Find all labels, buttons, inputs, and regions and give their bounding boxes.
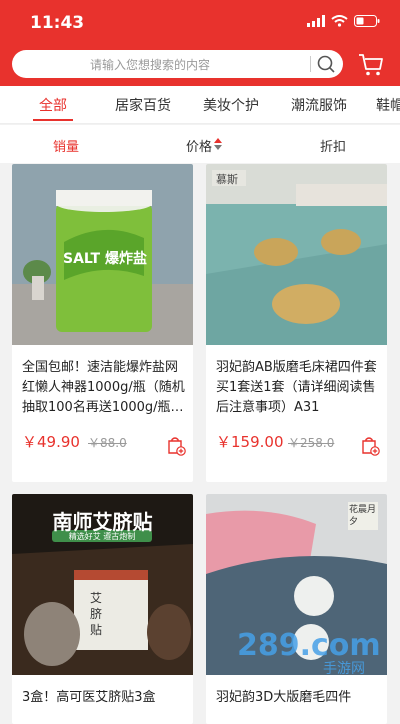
product-card[interactable]: 花晨月夕 羽妃韵3D大版磨毛四件 <box>206 494 387 724</box>
sort-price[interactable]: 价格 <box>186 136 212 155</box>
tab-shoes-hats[interactable]: 鞋帽 <box>376 95 400 115</box>
sort-caret-icon[interactable] <box>214 138 222 150</box>
product-original-price: ￥258.0 <box>288 436 335 450</box>
product-card[interactable]: SALT 爆炸盐 全国包邮！速洁能爆炸盐网红懒人神器1000g/瓶（随机抽取10… <box>12 164 193 482</box>
product-image-sublabel: 精选好艾 遵古炮制 <box>68 532 136 541</box>
product-image[interactable]: 慕斯 <box>206 164 387 345</box>
product-image[interactable]: 南师艾脐贴 精选好艾 遵古炮制 艾脐贴 <box>12 494 193 675</box>
search-divider <box>310 56 311 72</box>
tab-fashion[interactable]: 潮流服饰 <box>291 95 347 115</box>
search-box[interactable]: 请输入您想搜索的内容 <box>12 50 343 78</box>
site-watermark: 289.com 手游网 <box>237 628 387 678</box>
search-icon[interactable] <box>316 54 336 74</box>
product-price: ￥49.90 <box>22 433 80 451</box>
status-bar: 11:43 <box>0 0 400 44</box>
product-card[interactable]: 慕斯 羽妃韵AB版磨毛床裙四件套买1套送1套（请详细阅读售后注意事项）A31 ￥… <box>206 164 387 482</box>
product-image-label: 慕斯 <box>216 173 238 186</box>
status-time: 11:43 <box>30 13 85 33</box>
product-title: 羽妃韵AB版磨毛床裙四件套买1套送1套（请详细阅读售后注意事项）A31 <box>216 360 377 415</box>
product-title: 全国包邮！速洁能爆炸盐网红懒人神器1000g/瓶（随机抽取100名再送1000g… <box>22 360 185 415</box>
battery-icon <box>354 15 380 27</box>
cart-icon[interactable] <box>358 53 384 77</box>
sort-bar: 销量 价格 折扣 <box>0 125 400 163</box>
tab-home-goods[interactable]: 居家百货 <box>115 95 171 115</box>
search-input[interactable]: 请输入您想搜索的内容 <box>90 56 210 73</box>
watermark-sub: 手游网 <box>323 661 365 677</box>
product-card[interactable]: 南师艾脐贴 精选好艾 遵古炮制 艾脐贴 3盒！高可医艾脐贴3盒 <box>12 494 193 724</box>
product-title: 羽妃韵3D大版磨毛四件 <box>216 690 352 705</box>
product-original-price: ￥88.0 <box>88 436 127 450</box>
sort-discount[interactable]: 折扣 <box>320 136 346 155</box>
sort-sales[interactable]: 销量 <box>53 136 79 155</box>
active-tab-indicator <box>33 119 73 121</box>
wifi-icon <box>331 15 348 27</box>
add-to-cart-icon[interactable] <box>360 436 380 456</box>
signal-icon <box>307 15 325 27</box>
category-tabs: 全部 居家百货 美妆个护 潮流服饰 鞋帽 <box>0 86 400 124</box>
product-price: ￥159.00 <box>216 433 284 451</box>
product-title: 3盒！高可医艾脐贴3盒 <box>22 690 156 705</box>
product-image-label: 花晨月夕 <box>349 505 377 527</box>
add-to-cart-icon[interactable] <box>166 436 186 456</box>
product-image-label: SALT 爆炸盐 <box>63 251 147 267</box>
product-image[interactable]: SALT 爆炸盐 <box>12 164 193 345</box>
product-box-label: 艾脐贴 <box>90 591 103 637</box>
tab-beauty[interactable]: 美妆个护 <box>203 95 259 115</box>
tab-all[interactable]: 全部 <box>39 95 67 115</box>
